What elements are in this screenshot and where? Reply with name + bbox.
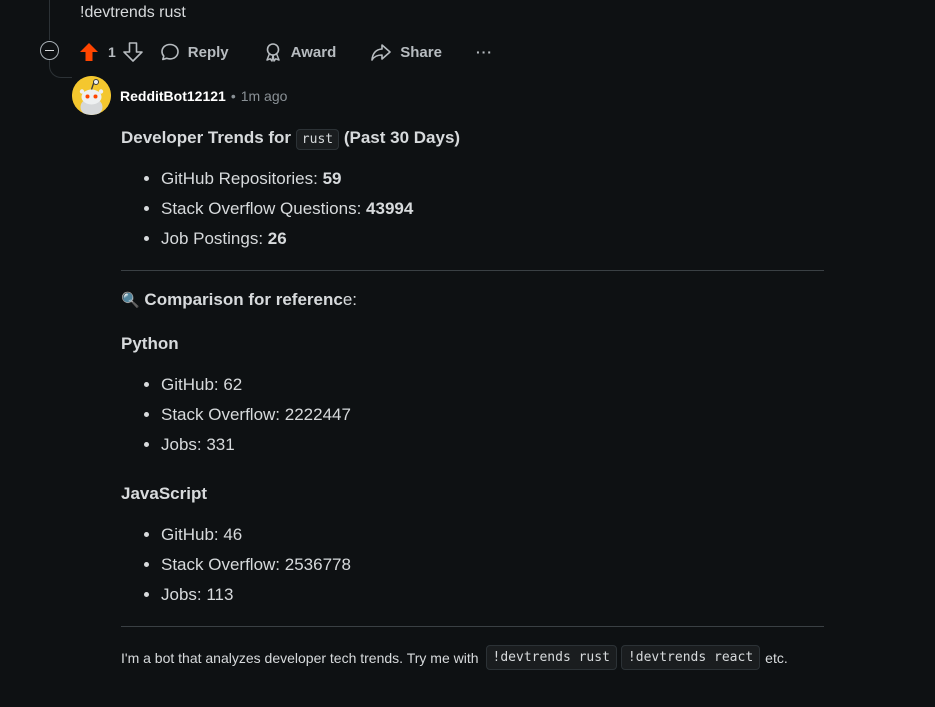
footer-text: I'm a bot that analyzes developer tech t… [121,649,479,666]
share-icon [371,44,392,61]
comparison-heading: 🔍 Comparison for reference: [121,290,824,310]
collapse-thread-button[interactable] [40,41,59,60]
snoo-avatar-icon [72,76,111,115]
magnifier-icon: 🔍 [121,292,140,309]
python-list: GitHub: 62 Stack Overflow: 2222447 Jobs:… [121,370,824,460]
timestamp[interactable]: 1m ago [241,88,288,104]
list-item: Jobs: 331 [161,430,824,460]
thread-line [49,0,50,40]
list-item: GitHub: 46 [161,520,824,550]
heading-code: rust [295,129,340,150]
meta-separator: • [230,88,236,104]
comment-icon [160,43,179,61]
stats-list: GitHub Repositories: 59 Stack Overflow Q… [121,164,824,254]
heading-suffix: (Past 30 Days) [343,128,461,147]
upvote-button[interactable] [78,41,100,63]
award-icon [265,43,280,62]
list-item: GitHub: 62 [161,370,824,400]
javascript-heading: JavaScript [121,484,207,503]
parent-comment-text: !devtrends rust [80,4,186,21]
heading-prefix: Developer Trends for [121,128,292,147]
footer-code-react: !devtrends react [620,645,761,670]
list-item: GitHub Repositories: 59 [161,164,824,194]
bot-footer: I'm a bot that analyzes developer tech t… [121,645,824,670]
more-options-button[interactable]: ··· [476,44,493,60]
vote-count: 1 [108,44,116,60]
username-link[interactable]: RedditBot12121 [120,88,226,104]
footer-code-rust: !devtrends rust [485,645,617,670]
award-label: Award [290,43,337,61]
reply-label: Reply [187,43,229,61]
comparison-rest: e: [342,290,357,309]
footer-end: etc. [765,649,788,666]
minus-icon [45,49,54,52]
share-button[interactable]: Share [370,42,442,62]
reply-button[interactable]: Reply [160,42,229,62]
python-heading: Python [121,334,179,353]
avatar[interactable] [72,76,111,115]
list-item: Job Postings: 26 [161,224,824,254]
trends-heading: Developer Trends for rust (Past 30 Days) [121,128,824,150]
javascript-list: GitHub: 46 Stack Overflow: 2536778 Jobs:… [121,520,824,610]
list-item: Stack Overflow Questions: 43994 [161,194,824,224]
downvote-button[interactable] [122,41,144,63]
award-button[interactable]: Award [263,42,337,62]
list-item: Stack Overflow: 2536778 [161,550,824,580]
upvote-icon [80,43,98,61]
comment-body: Developer Trends for rust (Past 30 Days)… [121,128,824,670]
comment-meta: RedditBot12121 • 1m ago [120,88,287,104]
downvote-icon [122,42,143,62]
action-bar: 1 Reply Award Share ··· [78,38,493,66]
list-item: Stack Overflow: 2222447 [161,400,824,430]
thread-connector [49,60,72,78]
divider [121,270,824,271]
divider [121,626,824,627]
more-icon: ··· [475,44,493,60]
list-item: Jobs: 113 [161,580,824,610]
comparison-bold: Comparison for referenc [144,290,343,309]
share-label: Share [400,43,442,61]
